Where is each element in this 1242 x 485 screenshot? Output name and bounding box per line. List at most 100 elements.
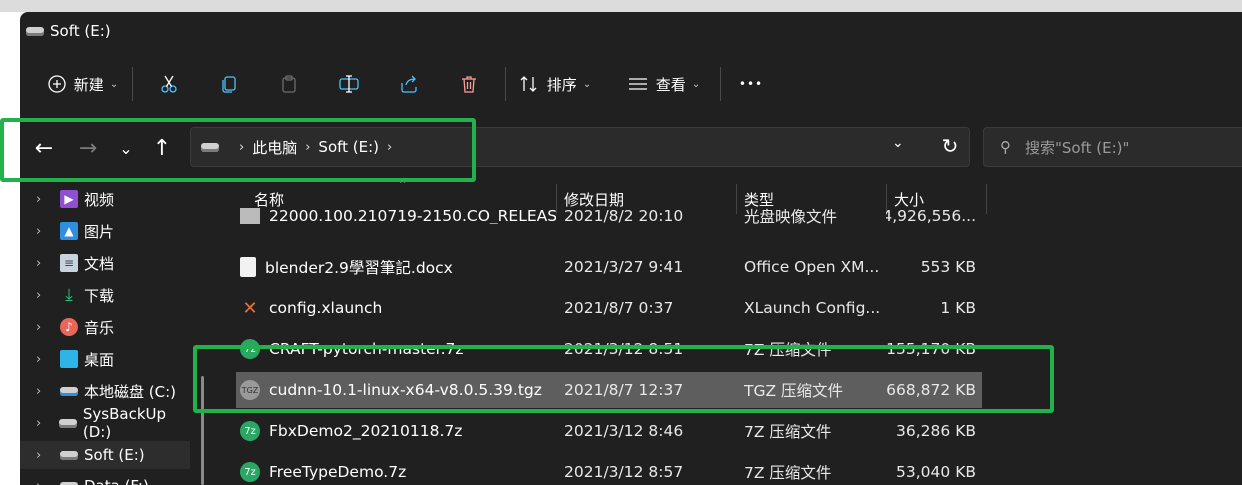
file-type: 7Z 压缩文件 xyxy=(744,423,832,441)
file-row[interactable]: 22000.100.210719-2150.CO_RELEAS... 2021/… xyxy=(236,208,982,224)
file-type: 7Z 压缩文件 xyxy=(744,341,832,359)
copy-button[interactable] xyxy=(199,66,259,102)
sidebar-item-documents[interactable]: › ≡ 文档 xyxy=(20,249,190,277)
expand-chevron-icon: › xyxy=(36,319,42,335)
navigation-bar: ← → ⌄ ↑ › 此电脑 › Soft (E:) › ⌄ ↻ ⚲ 搜索"Sof… xyxy=(20,123,1242,173)
sidebar-item-drive-d[interactable]: › SysBackUp (D:) xyxy=(20,405,190,441)
sort-button[interactable]: 排序 ⌄ xyxy=(512,66,598,102)
sidebar-item-label: 图片 xyxy=(84,222,115,241)
expand-chevron-icon: › xyxy=(36,191,42,207)
sidebar-item-drive-c[interactable]: › 本地磁盘 (C:) xyxy=(20,377,190,405)
desktop-icon xyxy=(60,350,78,368)
sidebar-item-label: 下载 xyxy=(84,286,115,305)
expand-chevron-icon: › xyxy=(36,255,42,271)
view-label: 查看 xyxy=(655,75,686,94)
copy-icon xyxy=(222,76,236,93)
breadcrumb-this-pc[interactable]: 此电脑 xyxy=(252,137,297,158)
file-date: 2021/3/12 8:57 xyxy=(564,463,684,481)
sort-label: 排序 xyxy=(546,75,577,94)
file-list: ⌃ 名称 修改日期 类型 大小 22000.100.210719-2150.CO… xyxy=(216,178,1242,485)
file-row[interactable]: ✕ config.xlaunch 2021/8/7 0:37 XLaunch Co… xyxy=(236,290,982,326)
breadcrumb-separator-icon: › xyxy=(239,139,245,155)
toolbar-divider xyxy=(132,67,133,101)
file-type: Office Open XM... xyxy=(744,258,880,276)
file-date: 2021/8/7 0:37 xyxy=(564,299,674,317)
file-size: 1 KB xyxy=(940,299,976,317)
share-button[interactable] xyxy=(379,66,439,102)
sidebar-item-label: Data (F:) xyxy=(84,477,149,485)
documents-icon: ≡ xyxy=(60,254,78,272)
expand-chevron-icon: › xyxy=(36,383,42,399)
arrow-right-icon: → xyxy=(78,135,98,161)
breadcrumb-separator-icon: › xyxy=(387,139,393,155)
rename-button[interactable] xyxy=(319,66,379,102)
background-browser-tabs xyxy=(0,0,1242,12)
drive-icon xyxy=(60,446,78,464)
sort-icon xyxy=(520,76,537,92)
sidebar-item-videos[interactable]: › ▶ 视频 xyxy=(20,185,190,213)
file-date: 2021/3/12 8:46 xyxy=(564,422,684,440)
file-size: 155,170 KB xyxy=(886,340,976,358)
sidebar-item-pictures[interactable]: › ▲ 图片 xyxy=(20,217,190,245)
sidebar-scrollbar[interactable] xyxy=(201,376,204,485)
refresh-icon: ↻ xyxy=(941,134,959,158)
trash-icon xyxy=(462,76,476,93)
file-row-selected[interactable]: TGZ cudnn-10.1-linux-x64-v8.0.5.39.tgz 20… xyxy=(236,372,982,408)
forward-button[interactable]: → xyxy=(71,131,105,165)
drive-icon xyxy=(201,142,219,152)
file-row[interactable]: 7z FbxDemo2_20210118.7z 2021/3/12 8:46 7Z… xyxy=(236,413,982,449)
background-page xyxy=(0,12,20,485)
drive-icon xyxy=(26,26,44,36)
file-type: XLaunch Config... xyxy=(744,299,881,317)
up-button[interactable]: ↑ xyxy=(145,131,179,165)
view-button[interactable]: 查看 ⌄ xyxy=(614,66,714,102)
more-options-button[interactable]: ••• xyxy=(727,66,775,102)
file-name: FreeTypeDemo.7z xyxy=(269,463,407,481)
back-button[interactable]: ← xyxy=(27,131,61,165)
file-name: 22000.100.210719-2150.CO_RELEAS... xyxy=(269,208,556,224)
disc-image-icon xyxy=(240,208,260,224)
paste-button[interactable] xyxy=(259,66,319,102)
file-type: 光盘映像文件 xyxy=(744,208,838,224)
file-date: 2021/8/7 12:37 xyxy=(564,381,684,399)
file-row[interactable]: 7z FreeTypeDemo.7z 2021/3/12 8:57 7Z 压缩文件… xyxy=(236,454,982,485)
sidebar-item-music[interactable]: › ♪ 音乐 xyxy=(20,313,190,341)
delete-button[interactable] xyxy=(439,66,499,102)
share-icon xyxy=(401,75,417,93)
pictures-icon: ▲ xyxy=(60,222,78,240)
rename-icon xyxy=(339,75,359,93)
file-row[interactable]: blender2.9學習筆記.docx 2021/3/27 9:41 Offic… xyxy=(236,249,982,285)
sidebar-item-downloads[interactable]: › ⤓ 下载 xyxy=(20,281,190,309)
file-explorer-window: Soft (E:) 新建 ⌄ 排序 ⌄ 查看 ⌄ ••• ← → ⌄ ↑ › 此… xyxy=(20,12,1242,485)
address-history-chevron-icon[interactable]: ⌄ xyxy=(892,135,904,151)
navigation-pane: › ▶ 视频 › ▲ 图片 › ≡ 文档 › ⤓ 下载 › ♪ 音乐 › 桌面 xyxy=(20,184,200,485)
cut-button[interactable] xyxy=(139,66,199,102)
file-type: 7Z 压缩文件 xyxy=(744,464,832,482)
file-date: 2021/8/2 20:10 xyxy=(564,208,684,224)
new-button[interactable]: 新建 ⌄ xyxy=(40,66,126,102)
more-icon: ••• xyxy=(738,77,764,91)
view-list-icon xyxy=(628,78,647,90)
sidebar-item-label: 本地磁盘 (C:) xyxy=(84,382,176,401)
search-placeholder: 搜索"Soft (E:)" xyxy=(1025,138,1130,157)
7z-archive-icon: 7z xyxy=(240,421,260,441)
refresh-button[interactable]: ↻ xyxy=(932,129,968,163)
address-bar[interactable]: › 此电脑 › Soft (E:) › xyxy=(190,127,970,167)
sidebar-item-desktop[interactable]: › 桌面 xyxy=(20,345,190,373)
downloads-icon: ⤓ xyxy=(65,285,73,305)
search-box[interactable]: ⚲ 搜索"Soft (E:)" xyxy=(983,127,1242,167)
search-icon: ⚲ xyxy=(1000,138,1011,156)
drive-icon xyxy=(58,414,77,432)
file-name: config.xlaunch xyxy=(269,299,383,317)
recent-locations-button[interactable]: ⌄ xyxy=(109,131,143,165)
breadcrumb-soft-drive[interactable]: Soft (E:) xyxy=(318,138,379,156)
sidebar-item-label: 桌面 xyxy=(84,350,115,369)
sidebar-item-drive-e[interactable]: › Soft (E:) xyxy=(20,441,190,469)
expand-chevron-icon: › xyxy=(36,415,42,431)
xlaunch-icon: ✕ xyxy=(242,297,258,319)
sidebar-item-drive-f[interactable]: › Data (F:) xyxy=(20,476,190,485)
file-size: 36,286 KB xyxy=(896,422,976,440)
file-row[interactable]: 7z CRAFT-pytorch-master.7z 2021/3/12 8:51… xyxy=(236,331,982,367)
sidebar-item-label: 视频 xyxy=(84,190,115,209)
column-divider[interactable] xyxy=(986,184,987,214)
